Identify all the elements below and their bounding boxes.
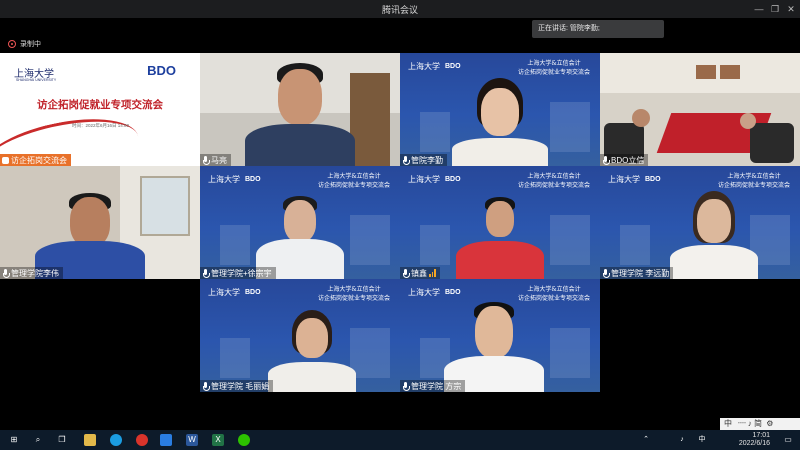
notification-icon[interactable]: ▭ — [782, 434, 794, 446]
app-icon[interactable] — [136, 434, 148, 446]
window-title: 腾讯会议 — [381, 5, 418, 15]
bg-banner: 上海大学&立信会计 访企拓岗促就业专项交流会 — [517, 60, 590, 76]
participant-name: 管理学院 方宗 — [411, 381, 462, 391]
mic-icon — [402, 155, 410, 165]
tile-label: 管理学院李伟 — [0, 267, 63, 279]
tile-label: BDO立信 — [600, 154, 649, 166]
wechat-icon[interactable] — [238, 434, 250, 446]
participant-name: 马亮 — [211, 155, 227, 165]
video-tile-xu-zongyu[interactable]: 上海大学 BDO 上海大学&立信会计 访企拓岗促就业专项交流会 管理学院+徐宗宇 — [200, 166, 400, 279]
tile-label: 管院李勤 — [400, 154, 447, 166]
participant-name: 管理学院 毛丽娟 — [211, 381, 270, 391]
video-tile-slide[interactable]: 上海大学 SHANGHAI UNIVERSITY BDO 访企拓岗促就业专项交流… — [0, 53, 200, 166]
bg-banner: 上海大学&立信会计 访企拓岗促就业专项交流会 — [517, 173, 590, 189]
speaking-indicator: 正在讲话: 管院李勤; — [532, 20, 664, 38]
word-icon[interactable]: W — [186, 434, 198, 446]
clock-date: 2022/6/16 — [738, 440, 770, 447]
clock[interactable]: 17:01 2022/6/16 — [739, 432, 770, 448]
participant-name: 管理学院 李远勤 — [611, 268, 670, 278]
edge-browser-icon[interactable] — [110, 434, 122, 446]
tile-label: 马亮 — [200, 154, 231, 166]
mic-icon — [202, 381, 210, 391]
video-tile-ma-liang[interactable]: 马亮 — [200, 53, 400, 166]
taskbar: ⊞ ⌕ ❐ W X ⌃ ♪ 中 17:01 2022/6/16 ▭ — [0, 430, 800, 450]
bg-logos: 上海大学 BDO — [608, 175, 661, 184]
bg-logos: 上海大学 BDO — [408, 288, 461, 297]
bg-logos: 上海大学 BDO — [208, 288, 261, 297]
close-icon[interactable]: ✕ — [784, 2, 798, 16]
minimize-icon[interactable]: — — [752, 2, 766, 16]
tile-label: 管理学院+徐宗宇 — [200, 267, 276, 279]
bdo-logo: BDO — [147, 63, 176, 78]
maximize-icon[interactable]: ❐ — [768, 2, 782, 16]
video-tile-bdo[interactable]: BDO立信 — [600, 53, 800, 166]
tencent-meeting-icon[interactable] — [160, 434, 172, 446]
video-tile-zhen-xin[interactable]: 上海大学 BDO 上海大学&立信会计 访企拓岗促就业专项交流会 镇鑫 — [400, 166, 600, 279]
video-tile-mao-lijuan[interactable]: 上海大学 BDO 上海大学&立信会计 访企拓岗促就业专项交流会 管理学院 毛丽娟 — [200, 279, 400, 392]
tile-label: 管理学院 方宗 — [400, 380, 466, 392]
video-tile-li-wei[interactable]: 管理学院李伟 — [0, 166, 200, 279]
bg-logos: 上海大学 BDO — [408, 62, 461, 71]
excel-icon[interactable]: X — [212, 434, 224, 446]
participant-name: 管理学院+徐宗宇 — [211, 268, 272, 278]
tile-label: 管理学院 毛丽娟 — [200, 380, 274, 392]
mic-icon — [402, 268, 410, 278]
participant-name: 管院李勤 — [411, 155, 443, 165]
video-tile-li-qin[interactable]: 上海大学 BDO 上海大学&立信会计 访企拓岗促就业专项交流会 管院李勤 — [400, 53, 600, 166]
search-icon[interactable]: ⌕ — [32, 434, 44, 446]
participant-name: 访企拓岗交流会 — [11, 155, 67, 165]
mic-icon — [202, 268, 210, 278]
mic-icon — [402, 381, 410, 391]
user-icon — [2, 156, 9, 164]
participant-name: BDO立信 — [611, 155, 645, 165]
slide-title: 访企拓岗促就业专项交流会 — [37, 99, 163, 111]
mic-icon — [202, 155, 210, 165]
language-icon[interactable]: 中 — [696, 434, 708, 446]
recording-label: 录制中 — [20, 41, 41, 48]
signal-icon — [429, 269, 437, 277]
bg-banner: 上海大学&立信会计 访企拓岗促就业专项交流会 — [317, 286, 390, 302]
slide-date: 时间：2022年6月16日 14:00 — [72, 123, 130, 128]
bg-logos: 上海大学 BDO — [408, 175, 461, 184]
volume-icon[interactable]: ♪ — [676, 434, 688, 446]
participant-name: 镇鑫 — [411, 268, 427, 278]
ime-toolbar[interactable]: 中 ᠁ ♪ 简 ⚙ — [720, 418, 800, 430]
title-bar: 腾讯会议 — ❐ ✕ — [0, 0, 800, 18]
windows-start-icon[interactable]: ⊞ — [8, 434, 20, 446]
tile-label: 镇鑫 — [400, 267, 440, 279]
record-icon — [8, 40, 16, 48]
system-tray-icon[interactable]: ⌃ — [640, 434, 652, 446]
tile-label: 访企拓岗交流会 — [0, 154, 71, 166]
tile-label: 管理学院 李远勤 — [600, 267, 674, 279]
participant-name: 管理学院李伟 — [11, 268, 59, 278]
video-tile-li-yuanqin[interactable]: 上海大学 BDO 上海大学&立信会计 访企拓岗促就业专项交流会 管理学院 李远勤 — [600, 166, 800, 279]
video-tile-fang-zong[interactable]: 上海大学 BDO 上海大学&立信会计 访企拓岗促就业专项交流会 管理学院 方宗 — [400, 279, 600, 392]
mic-icon — [2, 268, 10, 278]
task-view-icon[interactable]: ❐ — [56, 434, 68, 446]
mic-icon — [602, 155, 610, 165]
file-explorer-icon[interactable] — [84, 434, 96, 446]
clock-time: 17:01 — [752, 432, 770, 439]
mic-icon — [602, 268, 610, 278]
shu-logo-en: SHANGHAI UNIVERSITY — [16, 78, 57, 82]
bg-logos: 上海大学 BDO — [208, 175, 261, 184]
recording-indicator[interactable]: 录制中 — [8, 38, 41, 50]
